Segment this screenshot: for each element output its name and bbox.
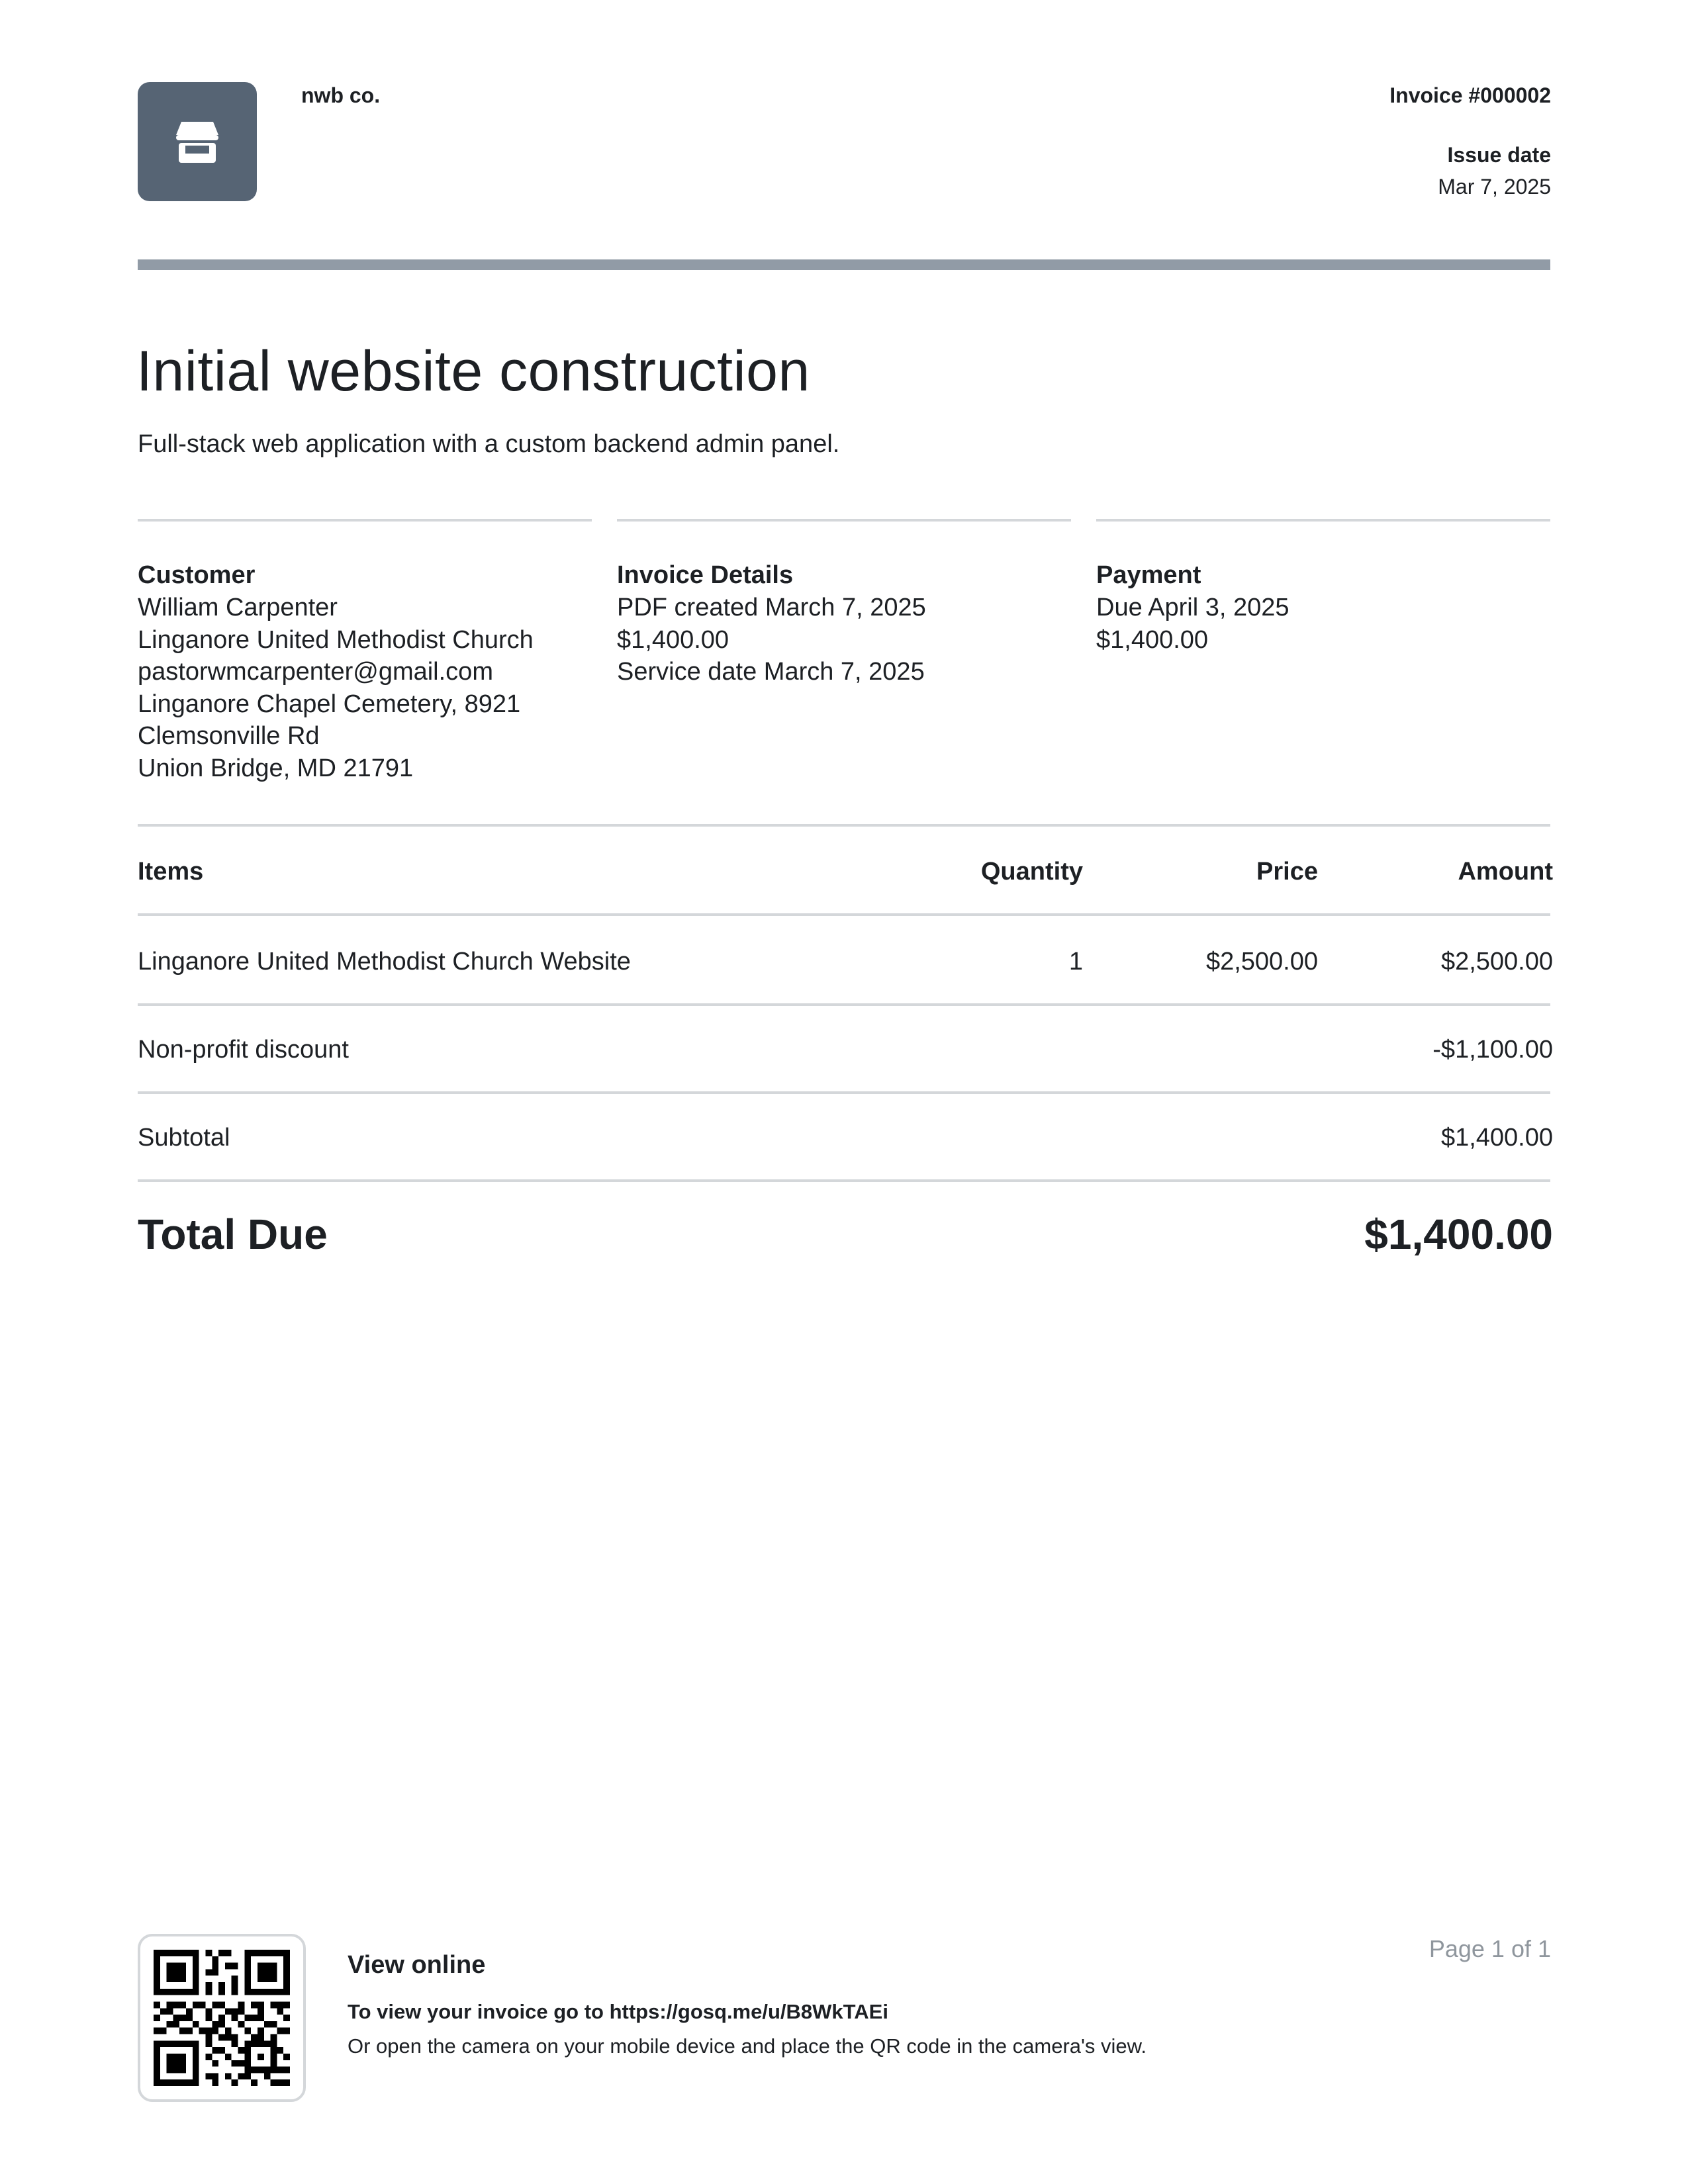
company-name: nwb co. (301, 83, 381, 107)
invoice-title: Initial website construction (136, 340, 810, 403)
payment-amount: $1,400.00 (1096, 625, 1209, 654)
service-date: Service date March 7, 2025 (617, 658, 925, 686)
customer-address-line-3: Union Bridge, MD 21791 (138, 754, 414, 782)
payment-heading: Payment (1096, 561, 1201, 589)
view-online-link[interactable]: To view your invoice go to https://gosq.… (348, 2000, 888, 2024)
pdf-created-date: PDF created March 7, 2025 (617, 594, 926, 621)
issue-date-label: Issue date (1447, 143, 1551, 167)
customer-email: pastorwmcarpenter@gmail.com (138, 658, 493, 686)
table-header-divider (138, 913, 1550, 916)
total-due-label: Total Due (138, 1210, 328, 1258)
line-item-quantity: 1 (1068, 948, 1083, 976)
column-header-quantity: Quantity (980, 858, 1083, 886)
column-header-items: Items (138, 858, 204, 886)
customer-name: William Carpenter (138, 594, 338, 621)
line-item-name: Linganore United Methodist Church Websit… (138, 948, 631, 976)
column-header-price: Price (1256, 858, 1318, 886)
line-item-amount: $2,500.00 (1440, 948, 1553, 976)
qr-code (138, 1934, 306, 2102)
customer-organization: Linganore United Methodist Church (138, 625, 534, 654)
discount-amount: -$1,100.00 (1432, 1036, 1553, 1064)
column-header-amount: Amount (1458, 858, 1553, 886)
view-online-heading: View online (348, 1951, 486, 1979)
storefront-icon (176, 122, 218, 163)
invoice-subtitle: Full-stack web application with a custom… (138, 430, 840, 458)
header-divider (138, 259, 1550, 270)
customer-heading: Customer (138, 561, 256, 589)
invoice-details-section: Invoice Details PDF created March 7, 202… (617, 519, 1071, 688)
invoice-number: Invoice #000002 (1389, 83, 1551, 107)
company-logo (138, 82, 257, 201)
total-due-amount: $1,400.00 (1364, 1210, 1553, 1258)
issue-date: Mar 7, 2025 (1438, 175, 1551, 199)
customer-section: Customer William Carpenter Linganore Uni… (138, 519, 592, 784)
line-item-price: $2,500.00 (1205, 948, 1318, 976)
qr-code-icon (154, 1950, 290, 2086)
invoice-details-heading: Invoice Details (617, 561, 794, 589)
table-top-divider (138, 824, 1550, 827)
discount-label: Non-profit discount (138, 1036, 349, 1064)
page-number: Page 1 of 1 (1429, 1935, 1551, 1962)
subtotal-label: Subtotal (138, 1124, 230, 1152)
discount-divider (138, 1091, 1550, 1094)
subtotal-divider (138, 1179, 1550, 1182)
view-online-note: Or open the camera on your mobile device… (348, 2034, 1147, 2058)
table-row-divider (138, 1003, 1550, 1006)
customer-address-line-2: Clemsonville Rd (138, 722, 320, 750)
payment-section: Payment Due April 3, 2025 $1,400.00 (1096, 519, 1550, 656)
subtotal-amount: $1,400.00 (1440, 1124, 1553, 1152)
customer-address-line-1: Linganore Chapel Cemetery, 8921 (138, 690, 521, 718)
invoice-details-amount: $1,400.00 (617, 625, 729, 654)
payment-due-date: Due April 3, 2025 (1096, 594, 1289, 621)
